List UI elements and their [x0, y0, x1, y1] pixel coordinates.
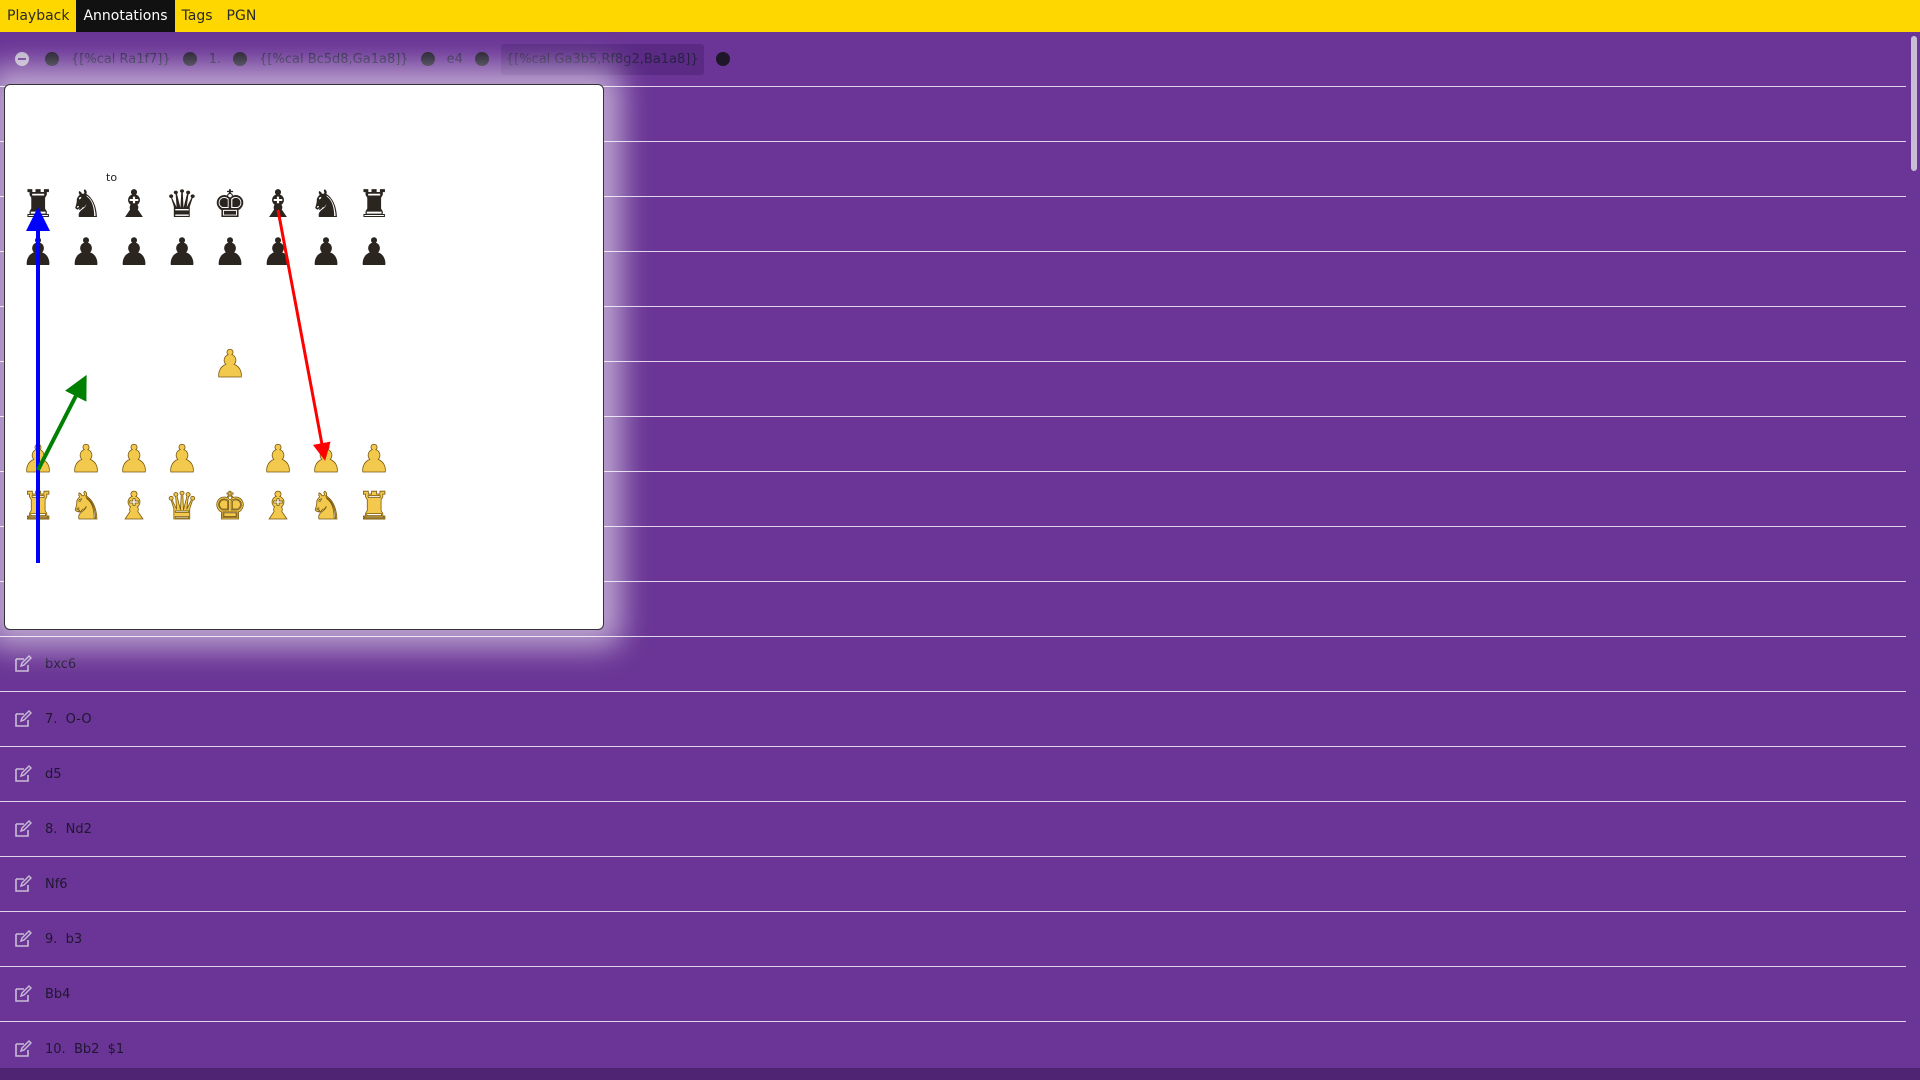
black-knight-icon: ♞ [69, 182, 103, 226]
black-pawn-icon: ♟ [357, 230, 391, 274]
white-pawn-icon: ♟ [117, 437, 151, 481]
edit-icon[interactable] [14, 655, 32, 673]
black-pawn-icon: ♟ [117, 230, 151, 274]
tab-bar: Playback Annotations Tags PGN [0, 0, 1920, 32]
move-text: 9. b3 [45, 931, 83, 947]
move-row[interactable]: Bb4 [0, 967, 1906, 1022]
tab-playback[interactable]: Playback [0, 0, 76, 32]
bottom-bar [0, 1068, 1920, 1080]
move-row[interactable]: 9. b3 [0, 912, 1906, 967]
black-bishop-icon: ♝ [117, 182, 151, 226]
black-bishop-icon: ♝ [261, 182, 295, 226]
edit-icon[interactable] [14, 765, 32, 783]
dot-icon[interactable] [45, 52, 59, 66]
comment-chip[interactable]: {[%cal Ra1f7]} [71, 52, 171, 67]
black-pawn-icon: ♟ [69, 230, 103, 274]
dot-icon[interactable] [233, 52, 248, 66]
black-king-icon: ♚ [213, 182, 247, 226]
white-bishop-icon: ♝ [117, 484, 151, 528]
comment-chip[interactable]: {[%cal Bc5d8,Ga1a8]} [259, 52, 408, 67]
edit-icon[interactable] [14, 930, 32, 948]
move-text: 10. Bb2 $1 [45, 1041, 125, 1057]
move-text: Nf6 [45, 876, 68, 892]
scrollbar[interactable] [1908, 32, 1920, 1068]
board-preview-popup: to ♜ ♞ ♝ ♛ ♚ ♝ ♞ ♜ ♟ ♟ ♟ ♟ ♟ ♟ ♟ ♟ ♟ ♟ ♟… [4, 84, 604, 630]
white-pawn-icon: ♟ [309, 437, 343, 481]
black-knight-icon: ♞ [309, 182, 343, 226]
edit-icon[interactable] [14, 1040, 32, 1058]
move-row[interactable]: Nf6 [0, 857, 1906, 912]
move-text: d5 [45, 766, 62, 782]
black-queen-icon: ♛ [165, 182, 199, 226]
tab-annotations[interactable]: Annotations [76, 0, 175, 32]
black-pawn-icon: ♟ [213, 230, 247, 274]
black-pawn-icon: ♟ [165, 230, 199, 274]
move-text: Bb4 [45, 986, 71, 1002]
edit-icon[interactable] [14, 985, 32, 1003]
white-bishop-icon: ♝ [261, 484, 295, 528]
edit-icon[interactable] [14, 820, 32, 838]
move-text: 8. Nd2 [45, 821, 92, 837]
white-knight-icon: ♞ [309, 484, 343, 528]
white-pawn-icon: ♟ [357, 437, 391, 481]
move-row[interactable]: d5 [0, 747, 1906, 802]
collapse-icon[interactable] [15, 52, 29, 66]
move-row[interactable]: 7. O-O [0, 692, 1906, 747]
move-row[interactable]: bxc6 [0, 637, 1906, 692]
comment-chip-selected[interactable]: {[%cal Ga3b5,Rf8g2,Ba1a8]} [500, 43, 704, 75]
move-chip[interactable]: 1. [209, 52, 221, 67]
white-pawn-icon: ♟ [261, 437, 295, 481]
scrollbar-thumb[interactable] [1911, 36, 1917, 171]
move-chip[interactable]: e4 [447, 52, 463, 67]
tab-pgn[interactable]: PGN [220, 0, 264, 32]
white-king-icon: ♚ [213, 484, 247, 528]
annotation-row-expanded: {[%cal Ra1f7]} 1. {[%cal Bc5d8,Ga1a8]} e… [0, 32, 1906, 87]
move-text: bxc6 [45, 656, 77, 672]
chess-board: ♜ ♞ ♝ ♛ ♚ ♝ ♞ ♜ ♟ ♟ ♟ ♟ ♟ ♟ ♟ ♟ ♟ ♟ ♟ ♟ … [21, 182, 391, 563]
dot-icon[interactable] [420, 52, 435, 66]
edit-icon[interactable] [14, 710, 32, 728]
white-pawn-icon: ♟ [69, 437, 103, 481]
dot-icon[interactable] [715, 52, 730, 66]
white-rook-icon: ♜ [357, 484, 391, 528]
edit-icon[interactable] [14, 875, 32, 893]
tab-tags[interactable]: Tags [175, 0, 220, 32]
black-pawn-icon: ♟ [309, 230, 343, 274]
dot-icon[interactable] [474, 52, 489, 66]
move-text: 7. O-O [45, 711, 92, 727]
white-queen-icon: ♛ [165, 484, 199, 528]
white-pawn-icon: ♟ [213, 342, 247, 386]
move-row[interactable]: 8. Nd2 [0, 802, 1906, 857]
black-rook-icon: ♜ [357, 182, 391, 226]
dot-icon[interactable] [182, 52, 197, 66]
white-knight-icon: ♞ [69, 484, 103, 528]
white-pawn-icon: ♟ [165, 437, 199, 481]
move-row[interactable]: 10. Bb2 $1 [0, 1022, 1906, 1068]
